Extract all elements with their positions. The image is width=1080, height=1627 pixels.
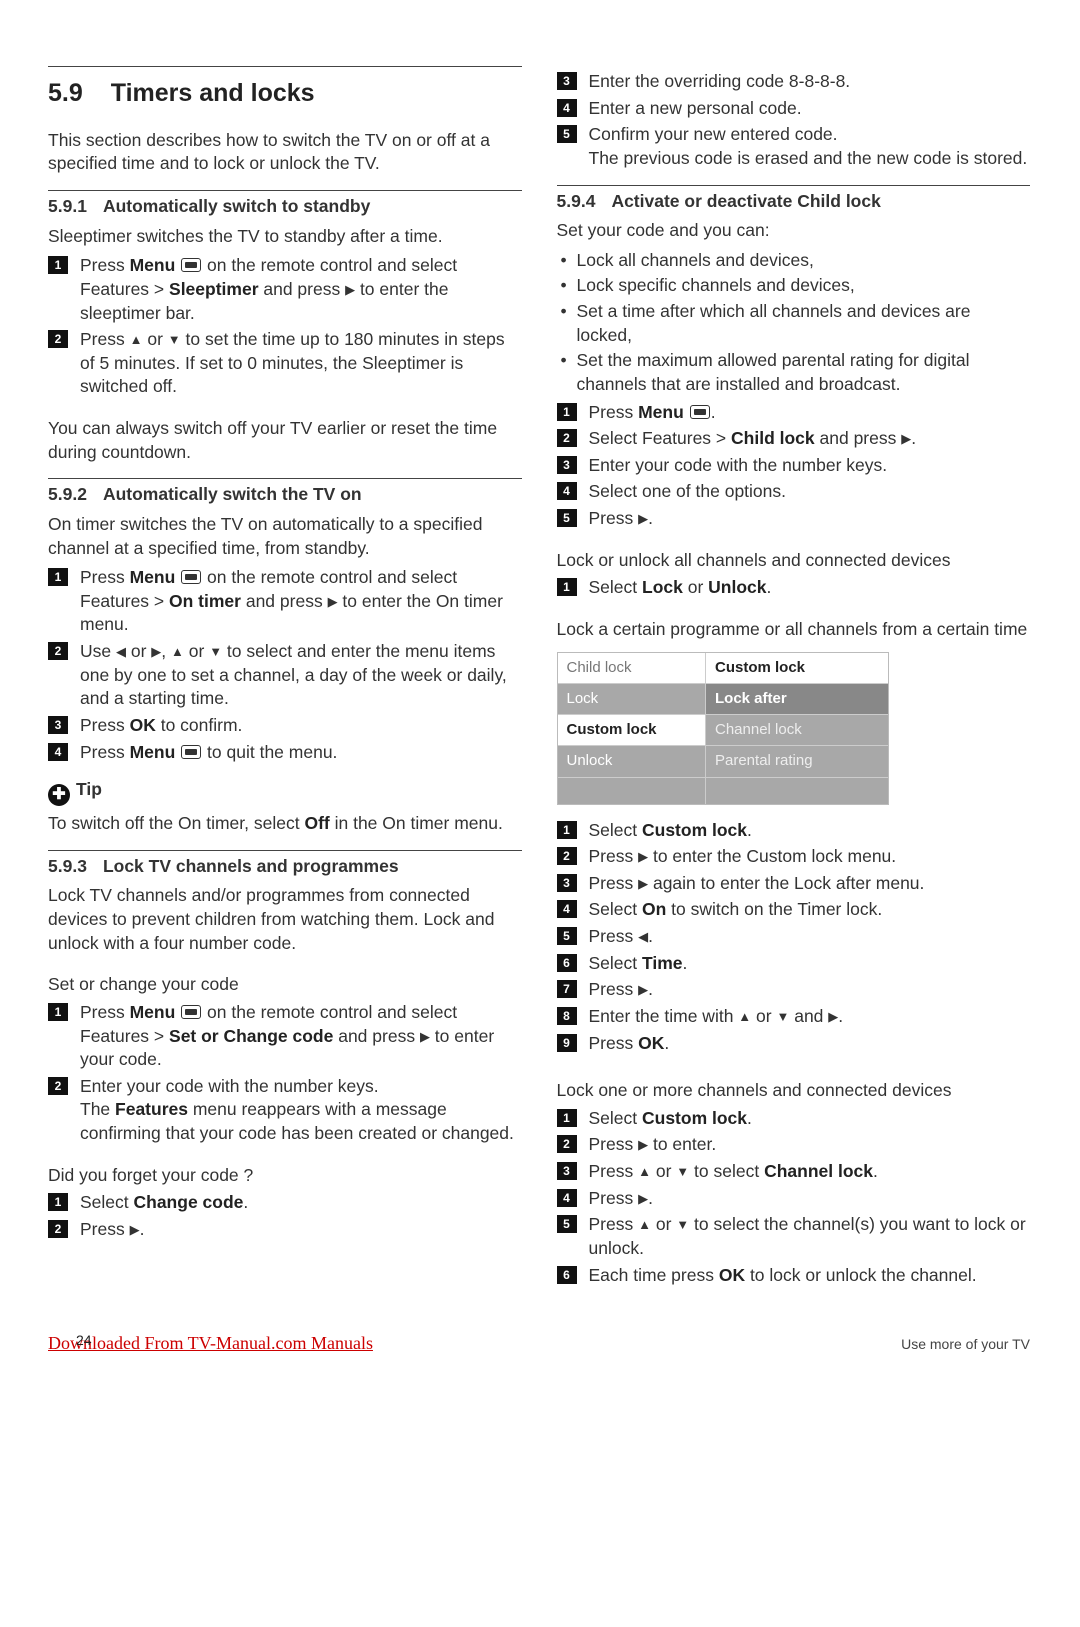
down-icon: ▼ <box>168 332 181 347</box>
steps-592: Press Menu on the remote control and sel… <box>48 566 522 764</box>
right-column: Enter the overriding code 8-8-8-8. Enter… <box>557 60 1031 1291</box>
section-title: 5.9Timers and locks <box>48 77 522 111</box>
up-icon: ▲ <box>130 332 143 347</box>
steps-594: Press Menu . Select Features > Child loc… <box>557 401 1031 531</box>
steps-591: Press Menu on the remote control and sel… <box>48 254 522 399</box>
bullets-594: Lock all channels and devices, Lock spec… <box>557 249 1031 397</box>
left-column: 5.9Timers and locks This section describ… <box>48 60 522 1291</box>
sub-594: 5.9.4Activate or deactivate Child lock <box>557 190 1031 214</box>
steps-forgot-cont: Enter the overriding code 8-8-8-8. Enter… <box>557 70 1031 171</box>
sub-591: 5.9.1Automatically switch to standby <box>48 195 522 219</box>
tip-box: ✚Tip <box>48 778 522 806</box>
download-link[interactable]: Dow24nloaded From TV-Manual.com Manuals <box>48 1331 373 1355</box>
tip-icon: ✚ <box>48 784 70 806</box>
steps-setcode: Press Menu on the remote control and sel… <box>48 1001 522 1146</box>
menu-icon <box>181 745 201 759</box>
menu-icon <box>181 1005 201 1019</box>
menu-icon <box>181 570 201 584</box>
sub-592: 5.9.2Automatically switch the TV on <box>48 483 522 507</box>
steps-forgot: Select Change code. Press ▶. <box>48 1191 522 1241</box>
intro-text: This section describes how to switch the… <box>48 129 522 176</box>
childlock-menu-table: Child lock Lock Custom lock Unlock Custo… <box>557 652 889 805</box>
steps-lockunlock: Select Lock or Unlock. <box>557 576 1031 600</box>
page-footer: Dow24nloaded From TV-Manual.com Manuals … <box>48 1331 1030 1355</box>
right-icon: ▶ <box>345 282 355 297</box>
menu-icon <box>181 258 201 272</box>
menu-icon <box>690 405 710 419</box>
steps-customlock: Select Custom lock. Press ▶ to enter the… <box>557 819 1031 1056</box>
footer-right: Use more of your TV <box>901 1335 1030 1354</box>
steps-lockmore: Select Custom lock. Press ▶ to enter. Pr… <box>557 1107 1031 1287</box>
sub-593: 5.9.3Lock TV channels and programmes <box>48 855 522 879</box>
